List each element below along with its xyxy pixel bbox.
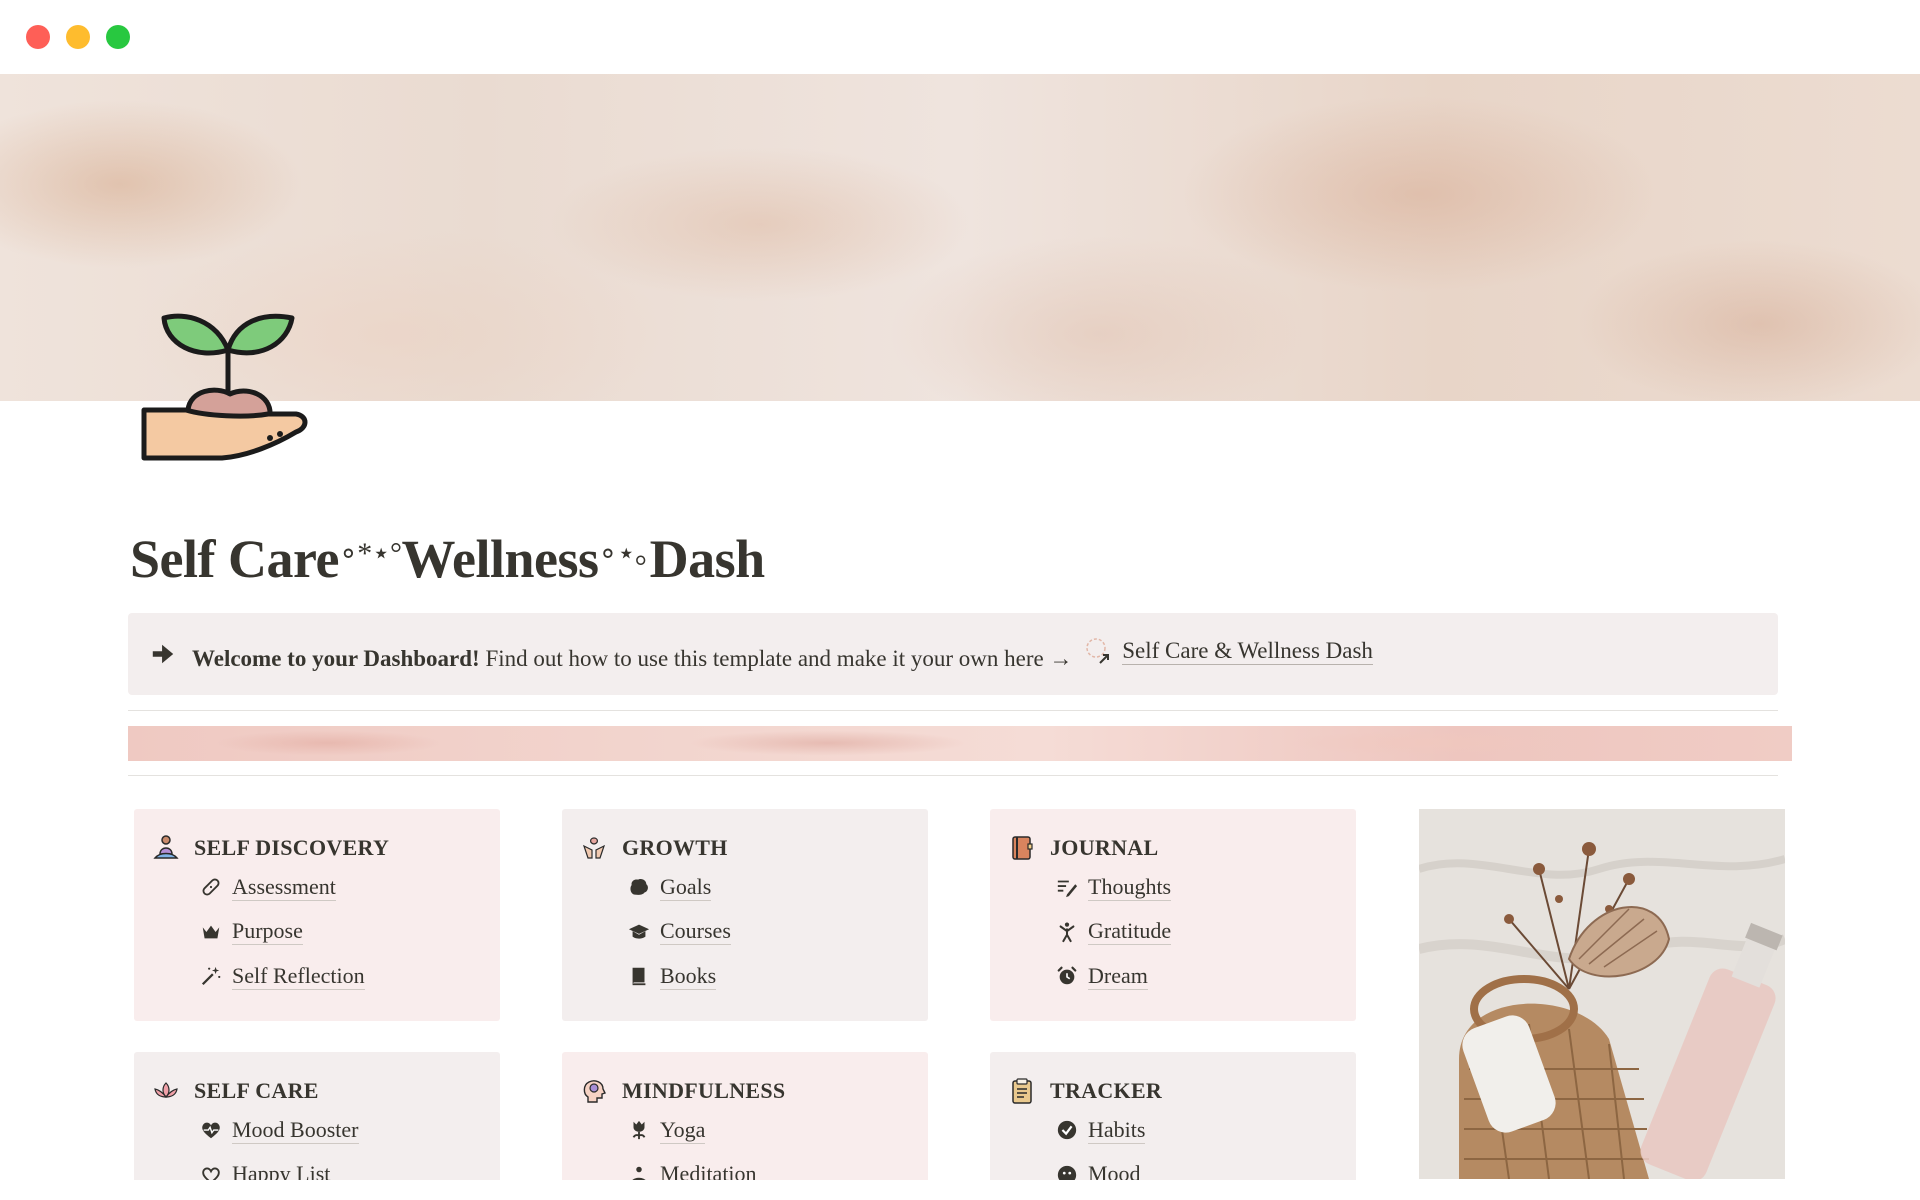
card-title: GROWTH (622, 835, 728, 860)
clipboard-icon (1008, 1077, 1036, 1105)
tulip-icon (626, 1117, 652, 1143)
title-sparkle-1: ∘*⋆° (338, 537, 402, 570)
item-label: Yoga (660, 1116, 706, 1144)
viewport-edge (0, 1180, 1920, 1200)
link-goals[interactable]: Goals (626, 865, 928, 910)
link-purpose[interactable]: Purpose (198, 910, 500, 955)
person-arms-up-icon (1054, 919, 1080, 945)
card-mindfulness: MINDFULNESS Yoga Meditation (562, 1052, 928, 1192)
link-mood-booster[interactable]: Mood Booster (198, 1108, 500, 1153)
check-circle-icon (1054, 1117, 1080, 1143)
window-titlebar (0, 0, 1920, 74)
alarm-clock-icon (1054, 963, 1080, 989)
callout-bold-text: Welcome to your Dashboard! (192, 646, 480, 671)
card-header: SELF DISCOVERY (152, 831, 500, 865)
magic-wand-icon (198, 963, 224, 989)
mind-head-icon (580, 1077, 608, 1105)
link-gratitude[interactable]: Gratitude (1054, 910, 1356, 955)
card-title: JOURNAL (1050, 835, 1159, 860)
arrow-right-icon (150, 640, 178, 668)
bandage-icon (198, 874, 224, 900)
lotus-icon (152, 1077, 180, 1105)
self-care-dash-link[interactable]: Self Care & Wellness Dash (1084, 636, 1373, 666)
page-title[interactable]: Self Care∘*⋆°Wellness∘⋆｡Dash (130, 528, 765, 590)
graduation-cap-icon (626, 919, 652, 945)
title-part-3: Dash (649, 529, 766, 589)
item-label: Purpose (232, 918, 303, 946)
card-header: TRACKER (1008, 1074, 1356, 1108)
title-part-1: Self Care (130, 529, 339, 589)
link-self-reflection[interactable]: Self Reflection (198, 954, 500, 999)
link-habits[interactable]: Habits (1054, 1108, 1356, 1153)
hands-plant-icon (580, 834, 608, 862)
card-tracker: TRACKER Habits Mood (990, 1052, 1356, 1192)
card-title: MINDFULNESS (622, 1078, 786, 1103)
link-assessment[interactable]: Assessment (198, 865, 500, 910)
decorative-banner (128, 726, 1792, 761)
item-label: Courses (660, 918, 731, 946)
link-yoga[interactable]: Yoga (626, 1108, 928, 1153)
item-label: Mood Booster (232, 1116, 359, 1144)
card-journal: JOURNAL Thoughts Gratitude Dream (990, 809, 1356, 1021)
card-header: MINDFULNESS (580, 1074, 928, 1108)
book-icon (626, 963, 652, 989)
item-label: Self Reflection (232, 962, 365, 990)
brain-icon (626, 874, 652, 900)
item-label: Habits (1088, 1116, 1146, 1144)
link-thoughts[interactable]: Thoughts (1054, 865, 1356, 910)
item-label: Books (660, 962, 717, 990)
item-label: Gratitude (1088, 918, 1172, 946)
card-header: GROWTH (580, 831, 928, 865)
item-label: Goals (660, 873, 712, 901)
card-title: TRACKER (1050, 1078, 1163, 1103)
item-label: Assessment (232, 873, 336, 901)
link-dream[interactable]: Dream (1054, 954, 1356, 999)
close-window-button[interactable] (26, 25, 50, 49)
meditating-person-icon (152, 834, 180, 862)
card-header: SELF CARE (152, 1074, 500, 1108)
crown-icon (198, 919, 224, 945)
wellness-photo[interactable] (1419, 809, 1785, 1179)
minimize-window-button[interactable] (66, 25, 90, 49)
callout-text: Welcome to your Dashboard! Find out how … (192, 636, 1373, 672)
card-growth: GROWTH Goals Courses Books (562, 809, 928, 1021)
card-self-care: SELF CARE Mood Booster Happy List (134, 1052, 500, 1192)
zoom-window-button[interactable] (106, 25, 130, 49)
card-title: SELF CARE (194, 1078, 319, 1103)
card-header: JOURNAL (1008, 831, 1356, 865)
welcome-callout: Welcome to your Dashboard! Find out how … (128, 613, 1778, 695)
card-self-discovery: SELF DISCOVERY Assessment Purpose Self R… (134, 809, 500, 1021)
page-link-icon (1084, 636, 1114, 666)
journal-icon (1008, 834, 1036, 862)
title-part-2: Wellness (401, 529, 600, 589)
item-label: Dream (1088, 962, 1148, 990)
link-courses[interactable]: Courses (626, 910, 928, 955)
heart-pulse-icon (198, 1117, 224, 1143)
divider (128, 710, 1778, 711)
divider (128, 775, 1778, 776)
item-label: Thoughts (1088, 873, 1172, 901)
title-sparkle-2: ∘⋆｡ (598, 537, 651, 570)
link-books[interactable]: Books (626, 954, 928, 999)
callout-link-label: Self Care & Wellness Dash (1122, 637, 1373, 665)
callout-body-text: Find out how to use this template and ma… (479, 646, 1073, 671)
seedling-in-hand-icon[interactable] (136, 298, 316, 478)
write-lines-icon (1054, 874, 1080, 900)
card-title: SELF DISCOVERY (194, 835, 390, 860)
